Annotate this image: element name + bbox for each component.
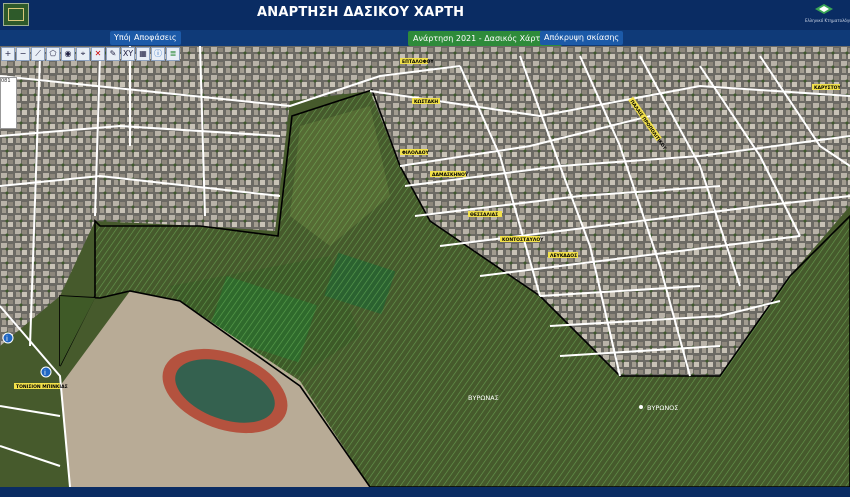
app-header: ΑΝΑΡΤΗΣΗ ΔΑΣΙΚΟΥ ΧΑΡΤΗ Ελληνικό Κτηματολ… (0, 0, 850, 30)
place-label: ΒΥΡΩΝΑΣ (468, 394, 499, 402)
pencil-icon[interactable]: ✎ (106, 47, 120, 61)
zoom-in-icon[interactable]: + (1, 47, 15, 61)
map-canvas[interactable]: ΕΠΤΑΛΟΦΟΥ ΚΩΣΤΑΚΗ ΦΙΛΟΛΑΟΥ ΚΑΡΥΣΤΟΥ ΔΑΜΑ… (0, 46, 850, 487)
info-marker-icon[interactable] (2, 332, 14, 344)
zoom-out-icon[interactable]: − (16, 47, 30, 61)
globe-icon[interactable]: ◉ (61, 47, 75, 61)
top-nav: Υπόμνημα Αποφάσεις Ανάρτηση 2021 - Δασικ… (0, 30, 850, 46)
measure-icon[interactable]: ⟋ (31, 47, 45, 61)
street-label: ΕΠΤΑΛΟΦΟΥ (402, 59, 434, 65)
info-icon[interactable]: ⓘ (151, 47, 165, 61)
street-label: ΚΩΣΤΑΚΗ (414, 99, 438, 105)
street-label: ΚΟΝΤΟΣΤΑΥΛΟΥ (502, 237, 544, 243)
ktimatologio-logo[interactable]: Ελληνικό Κτηματολόγιο (805, 4, 850, 28)
place-label: ΒΥΡΩΝΟΣ (647, 404, 678, 412)
street-label: ΚΑΡΥΣΤΟΥ (814, 85, 841, 91)
street-label: ΛΕΥΚΑΔΟΣ (550, 253, 577, 259)
hide-shading-button[interactable]: Απόκρυψη σκίασης (540, 31, 624, 45)
layer-select-dropdown[interactable]: Ανάρτηση 2021 - Δασικός Χάρτης ▾ (408, 31, 562, 46)
street-label: ΦΙΛΟΛΑΟΥ (402, 150, 430, 156)
street-label: ΔΑΜΑΣΚΗΝΟΥ (432, 172, 469, 178)
info-marker-icon[interactable] (40, 366, 52, 378)
coordinates-icon[interactable]: XY (121, 47, 135, 61)
map-view[interactable]: ΕΠΤΑΛΟΦΟΥ ΚΩΣΤΑΚΗ ΦΙΛΟΛΑΟΥ ΚΑΡΥΣΤΟΥ ΔΑΜΑ… (0, 46, 850, 487)
logo-caption: Ελληνικό Κτηματολόγιο (805, 18, 850, 23)
polygon-icon[interactable]: ⬠ (46, 47, 60, 61)
street-label: ΘΕΣΣΑΛΙΑΣ (470, 212, 498, 218)
street-label: ΤΟΝΙΣΙΟΝ ΜΠΙΝΚΙΑΣ (16, 384, 68, 390)
svg-text:i: i (6, 335, 8, 343)
decisions-button[interactable]: Αποφάσεις (130, 31, 181, 45)
place-marker (639, 405, 643, 409)
table-icon[interactable]: ▦ (136, 47, 150, 61)
info-popup[interactable]: 081 (0, 77, 17, 129)
layers-icon[interactable]: ≣ (166, 47, 180, 61)
footer-bar (0, 487, 850, 497)
map-toolbar: + − ⟋ ⬠ ◉ ⌖ ✕ ✎ XY ▦ ⓘ ≣ (0, 46, 180, 62)
ministry-logo[interactable] (3, 3, 29, 26)
svg-text:i: i (44, 369, 46, 377)
layer-select-label: Ανάρτηση 2021 - Δασικός Χάρτης (413, 34, 550, 43)
ktimatologio-logo-icon (815, 4, 833, 14)
info-popup-value: 081 (1, 78, 11, 84)
delete-icon[interactable]: ✕ (91, 47, 105, 61)
page-title: ΑΝΑΡΤΗΣΗ ΔΑΣΙΚΟΥ ΧΑΡΤΗ (257, 5, 465, 20)
locate-icon[interactable]: ⌖ (76, 47, 90, 61)
